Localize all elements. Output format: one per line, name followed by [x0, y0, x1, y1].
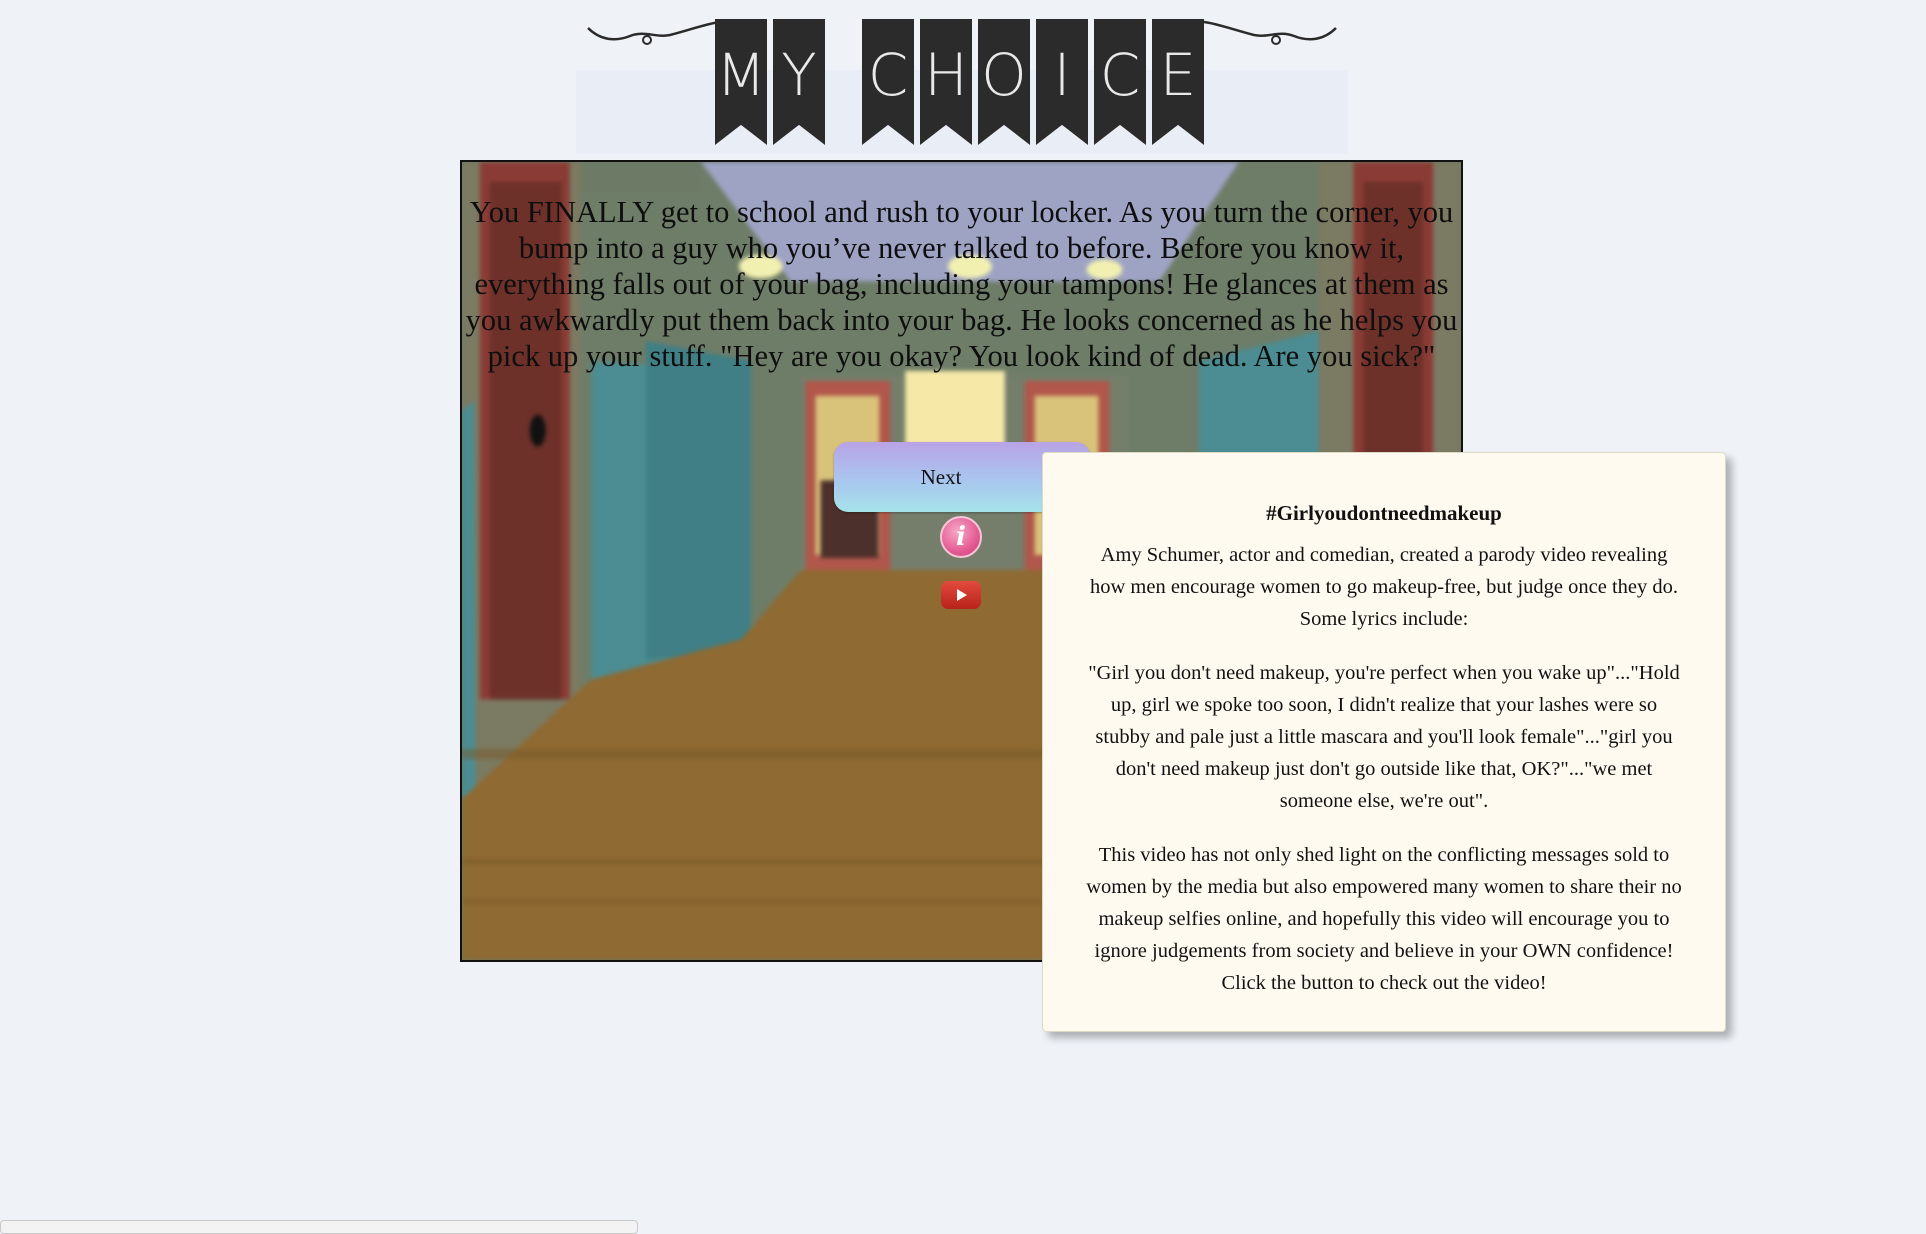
youtube-play-icon[interactable]: [941, 581, 981, 609]
horizontal-scrollbar[interactable]: [0, 1220, 638, 1234]
info-popup: #Girlyoudontneedmakeup Amy Schumer, acto…: [1042, 452, 1726, 1032]
popup-title: #Girlyoudontneedmakeup: [1266, 501, 1502, 525]
popup-paragraph-lyrics: "Girl you don't need makeup, you're perf…: [1088, 662, 1680, 812]
info-icon[interactable]: i: [940, 516, 982, 558]
play-triangle-icon: [957, 589, 967, 601]
popup-paragraph-conclusion: This video has not only shed light on th…: [1086, 844, 1682, 994]
story-text: You FINALLY get to school and rush to yo…: [465, 195, 1458, 373]
popup-paragraph-intro: Amy Schumer, actor and comedian, created…: [1089, 544, 1679, 630]
